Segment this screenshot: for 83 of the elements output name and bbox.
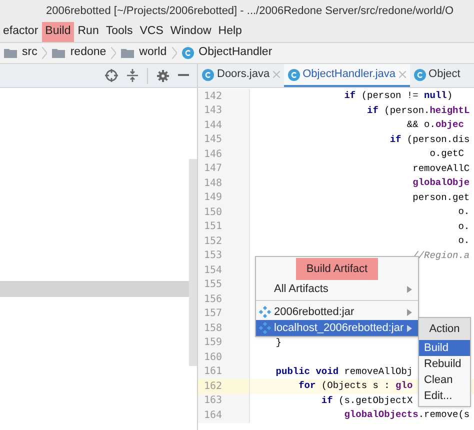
submenu-item[interactable]: Edit... — [419, 388, 470, 404]
editor-tab[interactable]: Object — [410, 64, 464, 87]
code-line: person.get — [412, 190, 470, 205]
minimize-icon[interactable] — [178, 74, 189, 77]
code-line: o. — [457, 234, 470, 248]
menu-item[interactable]: Window — [167, 22, 214, 42]
folder-icon — [4, 48, 17, 58]
code-line: } — [274, 336, 282, 350]
line-number: 164 — [203, 408, 222, 423]
code-line: if (person != null) — [343, 89, 453, 104]
menu-item[interactable]: Help — [215, 22, 245, 42]
code-line: public void removeAllObj — [274, 364, 413, 379]
line-number: 150 — [203, 206, 222, 220]
popup-item[interactable]: localhost_2006rebotted:jar — [256, 320, 418, 336]
line-number: 147 — [203, 162, 222, 176]
editor-tab[interactable]: ObjectHandler.java — [284, 64, 410, 87]
line-number: 161 — [203, 365, 222, 380]
class-icon — [288, 68, 300, 80]
collapse-icon[interactable] — [127, 69, 138, 82]
code-line: globalObjects.remove(s — [343, 408, 470, 422]
chevron-icon — [111, 47, 116, 59]
menu-item[interactable]: efactor — [0, 22, 42, 42]
line-number: 152 — [203, 234, 222, 249]
menu-item[interactable]: Tools — [102, 22, 136, 42]
line-number: 154 — [203, 264, 222, 278]
submenu-arrow-icon — [407, 308, 412, 316]
line-number: 162 — [203, 380, 222, 394]
popup-item[interactable]: All Artifacts — [256, 281, 418, 297]
menu-item[interactable]: Run — [74, 22, 102, 42]
line-number: 142 — [203, 90, 222, 104]
folder-icon — [121, 48, 134, 58]
line-number: 143 — [203, 104, 222, 118]
code-line: o.getC — [428, 147, 464, 162]
line-number: 148 — [203, 176, 222, 191]
line-number: 145 — [203, 133, 222, 148]
popup-title: Build Artifact — [296, 258, 378, 280]
line-number: 153 — [203, 249, 222, 264]
line-number: 160 — [203, 350, 222, 365]
submenu-arrow-icon — [407, 324, 412, 332]
code-line: if (person.heightL — [366, 104, 470, 118]
artifact-icon — [259, 322, 271, 334]
code-line: && o.objec — [406, 118, 464, 132]
chevron-icon — [172, 47, 177, 59]
class-icon — [182, 47, 194, 59]
code-line: //Region.a — [412, 248, 470, 263]
line-number: 157 — [203, 307, 222, 322]
code-line: for (Objects s : glo — [298, 379, 413, 394]
code-line: o. — [457, 220, 470, 234]
code-line: o. — [457, 205, 470, 220]
class-icon — [202, 68, 214, 80]
code-line: if (s.getObjectX — [320, 394, 413, 408]
popup-item[interactable]: 2006rebotted:jar — [256, 304, 418, 320]
breadcrumb-item[interactable]: redone — [70, 44, 106, 62]
line-number: 144 — [203, 118, 222, 133]
breadcrumb-item[interactable]: src — [22, 44, 38, 62]
class-icon — [414, 68, 426, 80]
editor-tab[interactable]: Doors.java — [198, 64, 284, 87]
line-number: 155 — [203, 278, 222, 292]
submenu-item[interactable]: Rebuild — [419, 356, 470, 372]
line-number: 156 — [203, 292, 222, 307]
artifact-icon — [259, 306, 271, 318]
line-number: 163 — [203, 394, 222, 408]
submenu-title: Action — [429, 322, 460, 337]
line-number: 158 — [203, 322, 222, 336]
line-number: 151 — [203, 220, 222, 234]
breadcrumb-item[interactable]: ObjectHandler — [198, 44, 272, 62]
submenu-item[interactable]: Clean — [419, 372, 470, 388]
code-line: if (person.dis — [388, 132, 470, 147]
settings-icon[interactable] — [157, 70, 169, 82]
menu-item[interactable]: Build — [42, 22, 74, 42]
line-number: 146 — [203, 148, 222, 162]
line-number: 149 — [203, 191, 222, 206]
window-title: 2006rebotted [~/Projects/2006rebotted] - .../2006Redone Server/src/redone/world/O — [46, 4, 454, 19]
code-line: removeAllC — [412, 162, 470, 176]
submenu-arrow-icon — [407, 286, 412, 292]
submenu-item[interactable]: Build — [419, 340, 470, 356]
folder-icon — [52, 48, 66, 58]
breadcrumb-item[interactable]: world — [139, 44, 167, 62]
menu-item[interactable]: VCS — [136, 22, 166, 42]
code-line: globalObje — [412, 176, 470, 190]
crosshair-icon[interactable] — [105, 69, 118, 82]
line-number: 159 — [203, 336, 222, 350]
chevron-icon — [42, 47, 48, 59]
